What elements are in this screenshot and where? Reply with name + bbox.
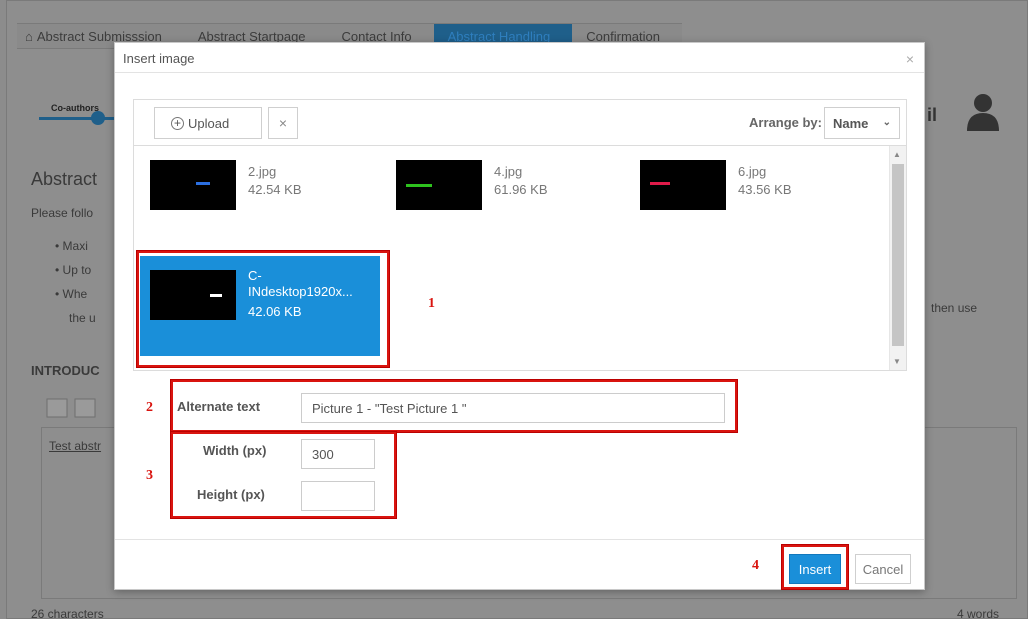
file-list-scrollbar[interactable]: ▲ ▼: [889, 146, 906, 370]
home-icon: ⌂: [25, 29, 33, 44]
arrow-icon: [406, 184, 432, 187]
annotation-number: 2: [146, 400, 153, 415]
user-icon: [967, 94, 999, 131]
instructions-text-end: then use: [931, 301, 978, 315]
instructions-text: Please follo: [31, 206, 94, 220]
scroll-down-icon[interactable]: ▼: [893, 357, 901, 366]
close-icon[interactable]: ×: [906, 51, 914, 67]
bullet-item-continuation: the u: [69, 311, 96, 325]
abstract-heading: Abstract: [31, 169, 98, 189]
file-size: 61.96 KB: [494, 182, 548, 197]
image-thumbnail: [396, 160, 482, 210]
introduction-heading: INTRODUC: [31, 363, 100, 378]
cancel-button[interactable]: Cancel: [855, 554, 911, 584]
file-name: 4.jpg: [494, 164, 523, 179]
delete-button[interactable]: ×: [268, 107, 298, 139]
editor-text: Test abstr: [49, 439, 102, 453]
check-icon: [91, 111, 105, 125]
file-tile[interactable]: 2.jpg 42.54 KB: [140, 152, 380, 218]
dialog-title: Insert image: [123, 51, 195, 66]
dialog-header: Insert image ×: [115, 43, 924, 73]
bullet-item: • Up to: [55, 263, 92, 277]
file-size: 43.56 KB: [738, 182, 792, 197]
plus-circle-icon: +: [171, 116, 184, 130]
file-toolbar: + Upload × Arrange by: Name ⌄: [133, 99, 907, 145]
character-count: 26 characters: [31, 607, 104, 619]
arrow-icon: [650, 182, 670, 185]
editor-toolbar: [46, 398, 96, 418]
bullet-item: • Maxi: [55, 239, 88, 253]
annotation-number: 1: [428, 296, 435, 311]
image-thumbnail: [150, 160, 236, 210]
upload-button[interactable]: + Upload: [154, 107, 262, 139]
arrange-by-select[interactable]: Name ⌄: [824, 107, 900, 139]
file-name: 2.jpg: [248, 164, 277, 179]
word-count: 4 words: [957, 607, 1000, 619]
file-name: 6.jpg: [738, 164, 767, 179]
chevron-down-icon: ⌄: [882, 117, 891, 128]
arrow-icon: [196, 182, 210, 185]
scroll-up-icon[interactable]: ▲: [893, 150, 901, 159]
arrange-by-label: Arrange by:: [749, 115, 822, 130]
coauthors-label: Co-authors: [51, 103, 99, 113]
annotation-box-2: [171, 380, 737, 432]
annotation-box-3: [171, 432, 396, 518]
section-title-fragment: il: [927, 105, 938, 125]
image-thumbnail: [640, 160, 726, 210]
file-size: 42.54 KB: [248, 182, 302, 197]
annotation-box-4: [782, 545, 848, 589]
annotation-box-1: [137, 251, 389, 367]
scroll-thumb[interactable]: [892, 164, 904, 346]
bullet-item: • Whe: [55, 287, 88, 301]
file-tile[interactable]: 6.jpg 43.56 KB: [630, 152, 870, 218]
annotation-number: 4: [752, 558, 759, 573]
file-tile[interactable]: 4.jpg 61.96 KB: [386, 152, 626, 218]
annotation-number: 3: [146, 468, 153, 483]
